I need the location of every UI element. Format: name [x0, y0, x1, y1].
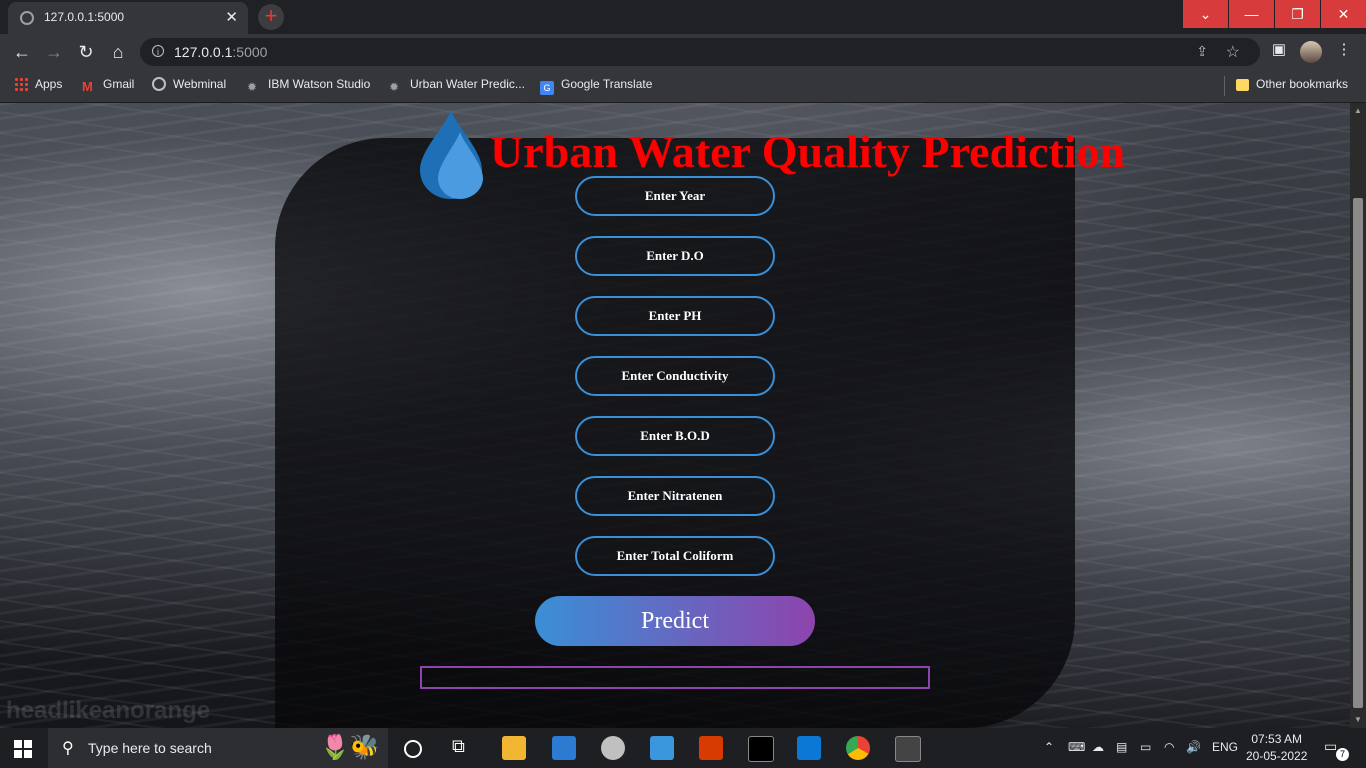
url-text[interactable]: 127.0.0.1:5000	[174, 44, 267, 60]
tab-title: 127.0.0.1:5000	[44, 10, 125, 24]
year-input[interactable]	[575, 176, 775, 216]
do-input[interactable]	[575, 236, 775, 276]
chevron-down-icon[interactable]: ⌄	[1183, 0, 1228, 28]
device-icon[interactable]: ▤	[1116, 740, 1127, 754]
avatar[interactable]	[1300, 41, 1322, 63]
share-icon[interactable]: ⇪	[1196, 43, 1208, 60]
browser-title-bar: 127.0.0.1:5000 ✕ + ⌄ — ❐ ✕	[0, 0, 1366, 34]
bookmarks-bar: Apps M Gmail Webminal ✹ IBM Watson Studio …	[0, 70, 1366, 103]
taskbar-search-placeholder: Type here to search	[88, 740, 212, 756]
scroll-down-icon[interactable]: ▼	[1354, 715, 1362, 724]
apps-grid-icon	[14, 77, 28, 91]
store-icon[interactable]	[552, 736, 576, 760]
reload-icon[interactable]: ↻	[74, 40, 98, 64]
id-card-icon[interactable]	[650, 736, 674, 760]
windows-start-icon[interactable]	[14, 740, 32, 758]
browser-tab[interactable]: 127.0.0.1:5000 ✕	[8, 2, 248, 34]
back-icon[interactable]: ←	[10, 40, 34, 64]
ph-input[interactable]	[575, 296, 775, 336]
menu-icon[interactable]: ⋮	[1332, 40, 1356, 58]
notification-badge: 7	[1336, 748, 1349, 761]
bookmark-gmail[interactable]: M Gmail	[82, 77, 134, 94]
bod-input[interactable]	[575, 416, 775, 456]
windows-taskbar: ⚲ Type here to search 🌷🐝 ⧉ ⌃ ⌨ ☁ ▤ ▭ ◠ 🔊…	[0, 728, 1366, 768]
water-drop-icon	[420, 110, 483, 199]
bookmark-webminal[interactable]: Webminal	[152, 77, 226, 91]
gmail-icon: M	[82, 79, 93, 94]
bookmark-apps[interactable]: Apps	[14, 77, 62, 91]
wifi-icon[interactable]: ◠	[1164, 740, 1174, 754]
gear-icon: ✹	[247, 80, 258, 94]
translate-icon: G	[540, 81, 554, 95]
conductivity-input[interactable]	[575, 356, 775, 396]
bookmark-google-translate[interactable]: G Google Translate	[540, 77, 652, 95]
star-icon[interactable]: ☆	[1226, 42, 1240, 62]
office-icon[interactable]	[699, 736, 723, 760]
background-watermark: headlikeanorange	[6, 697, 211, 724]
bookmark-urban-water[interactable]: ✹ Urban Water Predic...	[389, 77, 525, 94]
page-scrollbar[interactable]: ▲ ▼	[1350, 103, 1366, 728]
total-coliform-input[interactable]	[575, 536, 775, 576]
prediction-result-box	[420, 666, 930, 689]
desktop-app-icon[interactable]	[797, 736, 821, 760]
terminal-icon[interactable]	[748, 736, 774, 762]
flower-decoration-icon: 🌷🐝	[320, 734, 380, 761]
gear-icon: ✹	[389, 80, 400, 94]
cortana-icon[interactable]	[404, 740, 422, 758]
battery-icon[interactable]: ▭	[1140, 740, 1151, 754]
scrollbar-thumb[interactable]	[1353, 198, 1363, 708]
browser-toolbar: ← → ↻ ⌂ i 127.0.0.1:5000 ⇪ ☆ ▣ ⋮	[0, 34, 1366, 70]
search-icon: ⚲	[62, 740, 74, 757]
new-tab-button[interactable]: +	[258, 4, 284, 30]
home-icon[interactable]: ⌂	[106, 40, 130, 64]
window-close-button[interactable]: ✕	[1321, 0, 1366, 28]
nitratenen-input[interactable]	[575, 476, 775, 516]
chrome-icon[interactable]	[846, 736, 870, 760]
cloud-icon[interactable]: ☁	[1092, 740, 1104, 754]
meet-icon[interactable]: ⌨	[1068, 740, 1085, 754]
minimize-button[interactable]: —	[1229, 0, 1274, 28]
system-clock[interactable]: 07:53 AM 20-05-2022	[1246, 731, 1307, 765]
globe-icon	[20, 11, 34, 25]
bookmark-divider	[1224, 76, 1225, 96]
chevron-up-icon[interactable]: ⌃	[1044, 740, 1054, 754]
globe-icon	[152, 77, 166, 91]
address-bar[interactable]: i 127.0.0.1:5000 ⇪ ☆	[140, 38, 1260, 66]
other-bookmarks[interactable]: Other bookmarks	[1236, 77, 1348, 91]
info-icon[interactable]: i	[152, 45, 164, 57]
window-app-icon[interactable]	[895, 736, 921, 762]
volume-icon[interactable]: 🔊	[1186, 740, 1201, 754]
forward-icon[interactable]: →	[42, 40, 66, 64]
paint-icon[interactable]	[601, 736, 625, 760]
language-indicator[interactable]: ENG	[1212, 740, 1238, 754]
bookmark-ibm-watson[interactable]: ✹ IBM Watson Studio	[247, 77, 370, 94]
predict-button[interactable]: Predict	[535, 596, 815, 646]
file-explorer-icon[interactable]	[502, 736, 526, 760]
sidebar-icon[interactable]: ▣	[1267, 40, 1291, 58]
page-title: Urban Water Quality Prediction	[490, 126, 1126, 177]
task-view-icon[interactable]: ⧉	[452, 736, 476, 760]
close-icon[interactable]: ✕	[225, 8, 238, 26]
folder-icon	[1236, 79, 1249, 91]
taskbar-search[interactable]: ⚲ Type here to search 🌷🐝	[48, 728, 388, 768]
restore-button[interactable]: ❐	[1275, 0, 1320, 28]
scroll-up-icon[interactable]: ▲	[1354, 106, 1362, 115]
page-viewport: headlikeanorange Urban Water Quality Pre…	[0, 103, 1366, 728]
